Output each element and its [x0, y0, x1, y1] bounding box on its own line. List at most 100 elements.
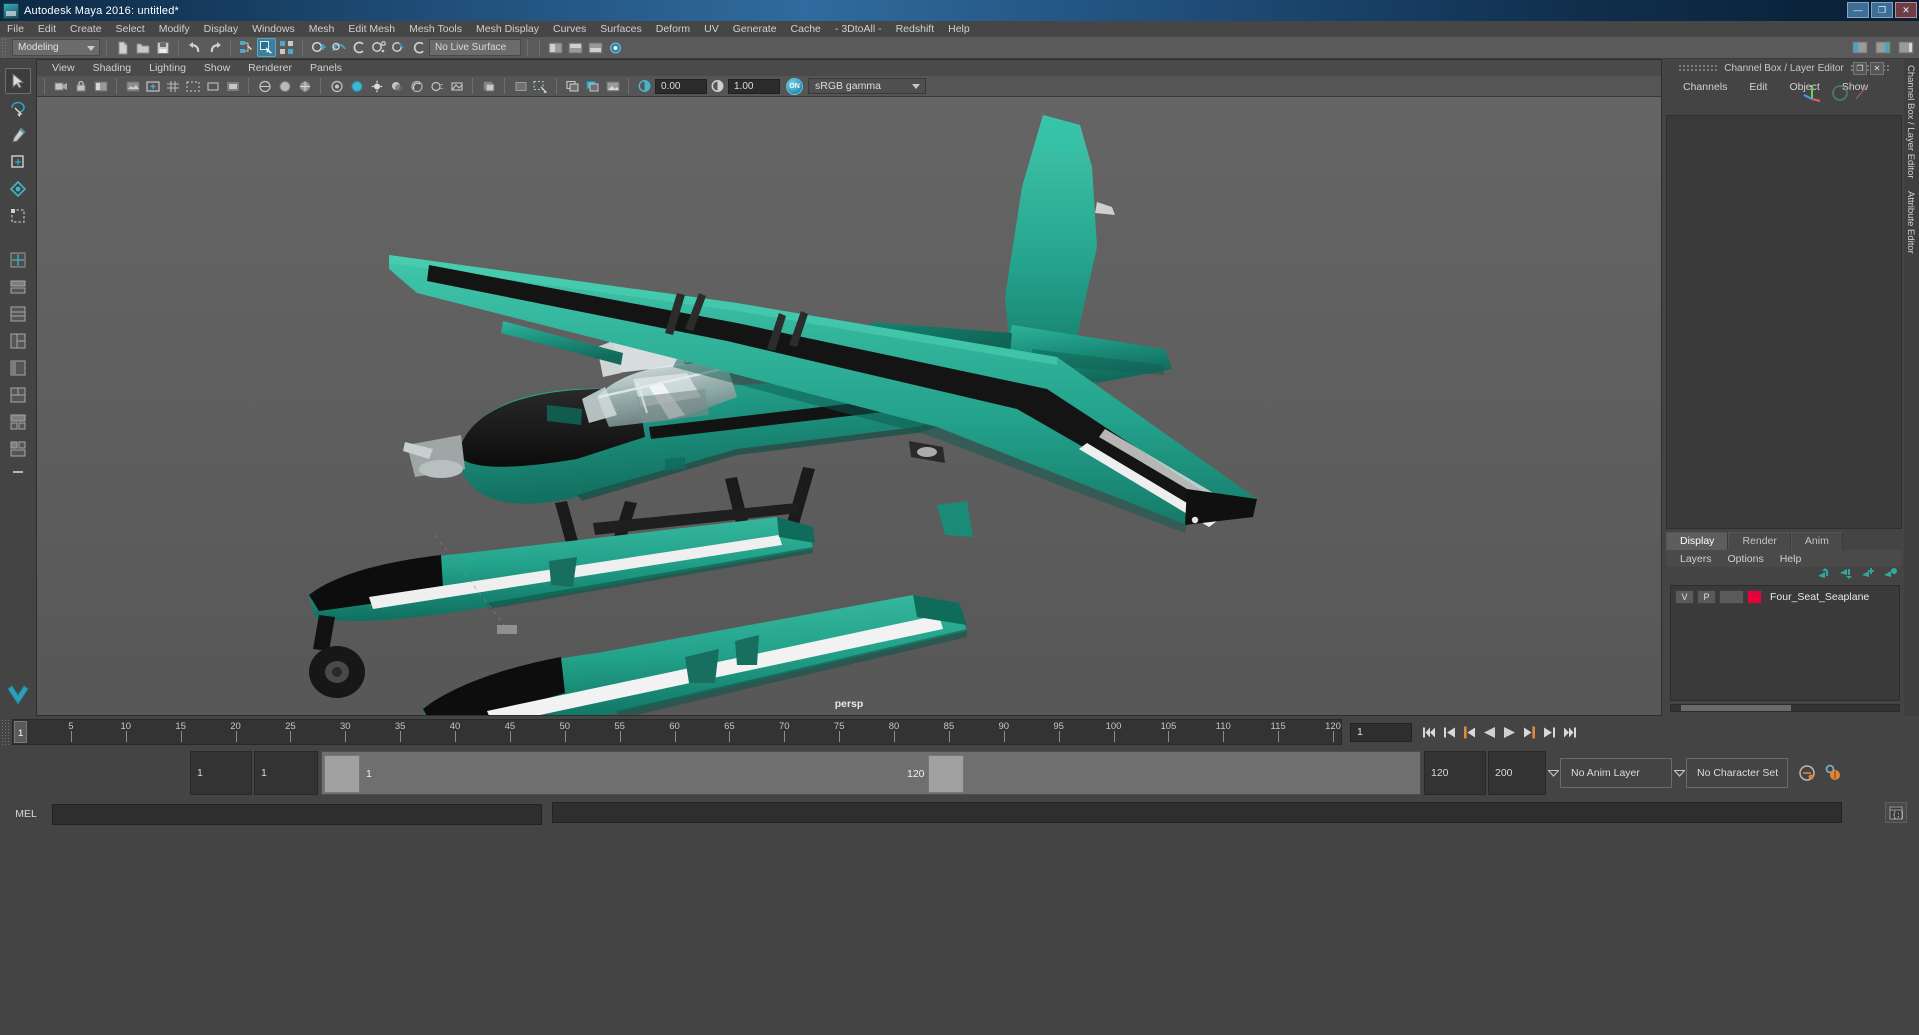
- wireframe-shading-icon[interactable]: [255, 77, 274, 96]
- copy-view-icon[interactable]: [583, 77, 602, 96]
- menu-redshift[interactable]: Redshift: [889, 21, 942, 37]
- menu-deform[interactable]: Deform: [649, 21, 697, 37]
- viewport-menu-shading[interactable]: Shading: [84, 60, 141, 76]
- three-split-layout[interactable]: [5, 328, 31, 354]
- gamma-icon[interactable]: [708, 77, 727, 96]
- move-layer-down-icon[interactable]: [1839, 567, 1854, 585]
- redo-icon[interactable]: [205, 38, 224, 57]
- minimize-button[interactable]: —: [1847, 2, 1869, 18]
- new-layer-icon[interactable]: [1861, 567, 1876, 585]
- snap-to-view-plane-icon[interactable]: [389, 38, 408, 57]
- lasso-select-tool[interactable]: [5, 95, 31, 121]
- undock-panel-button[interactable]: ❐: [1853, 61, 1867, 75]
- tab-anim[interactable]: Anim: [1790, 532, 1843, 550]
- edit-menu[interactable]: Edit: [1738, 81, 1778, 93]
- display-layer-list[interactable]: V P Four_Seat_Seaplane: [1670, 585, 1900, 701]
- layer-name[interactable]: Four_Seat_Seaplane: [1770, 591, 1869, 603]
- multisample-anti-aliasing-icon[interactable]: [447, 77, 466, 96]
- hypergraph-layout[interactable]: [5, 382, 31, 408]
- view-cube-gizmo[interactable]: [1800, 77, 1870, 103]
- viewport-snapshot-icon[interactable]: [603, 77, 622, 96]
- film-gate-icon[interactable]: [183, 77, 202, 96]
- menu-mesh-display[interactable]: Mesh Display: [469, 21, 546, 37]
- gamma-field[interactable]: 1.00: [728, 78, 780, 94]
- make-live-icon[interactable]: [409, 38, 428, 57]
- scrollbar-thumb[interactable]: [1681, 705, 1791, 711]
- open-scene-icon[interactable]: [133, 38, 152, 57]
- smooth-shade-all-icon[interactable]: [275, 77, 294, 96]
- viewport-menu-panels[interactable]: Panels: [301, 60, 351, 76]
- toolbar-grip[interactable]: [1, 37, 8, 58]
- options-menu[interactable]: Options: [1720, 553, 1772, 565]
- menu-modify[interactable]: Modify: [152, 21, 197, 37]
- range-start-field[interactable]: 1: [254, 751, 318, 795]
- render-current-frame-icon[interactable]: [606, 38, 625, 57]
- auto-keyframe-icon[interactable]: [1797, 763, 1817, 783]
- menu-display[interactable]: Display: [197, 21, 245, 37]
- animation-preferences-icon[interactable]: [1823, 763, 1843, 783]
- anim-layer-dropdown[interactable]: No Anim Layer: [1560, 758, 1672, 788]
- more-layouts-button[interactable]: [7, 463, 29, 481]
- menu-uv[interactable]: UV: [697, 21, 726, 37]
- menu-surfaces[interactable]: Surfaces: [593, 21, 648, 37]
- snap-to-point-icon[interactable]: [349, 38, 368, 57]
- shadows-icon[interactable]: [387, 77, 406, 96]
- snap-to-curve-icon[interactable]: [329, 38, 348, 57]
- go-to-end-icon[interactable]: [1562, 725, 1577, 740]
- save-scene-icon[interactable]: [153, 38, 172, 57]
- play-backwards-icon[interactable]: [1482, 725, 1497, 740]
- persp-outliner-layout[interactable]: [5, 436, 31, 462]
- viewport-menu-lighting[interactable]: Lighting: [140, 60, 195, 76]
- range-end-handle[interactable]: [928, 755, 964, 793]
- resolution-gate-icon[interactable]: [203, 77, 222, 96]
- hypershade-icon[interactable]: [586, 38, 605, 57]
- menu-cache[interactable]: Cache: [784, 21, 828, 37]
- character-set-dropdown-arrow[interactable]: [1672, 758, 1686, 788]
- exposure-icon[interactable]: [635, 77, 654, 96]
- snap-to-projected-center-icon[interactable]: [369, 38, 388, 57]
- render-view-icon[interactable]: [566, 38, 585, 57]
- select-by-component-icon[interactable]: [277, 38, 296, 57]
- snap-to-grid-icon[interactable]: [309, 38, 328, 57]
- menu-create[interactable]: Create: [63, 21, 109, 37]
- paint-select-tool[interactable]: [5, 122, 31, 148]
- menu-set-selector[interactable]: Modeling: [12, 39, 100, 56]
- time-slider-grip[interactable]: [1, 719, 9, 745]
- new-layer-from-selected-icon[interactable]: [1883, 567, 1898, 585]
- vtab-channel-box-layer-editor[interactable]: Channel Box / Layer Editor: [1904, 59, 1917, 185]
- duplicate-view-icon[interactable]: [563, 77, 582, 96]
- single-perspective-layout[interactable]: [5, 247, 31, 273]
- close-button[interactable]: ✕: [1895, 2, 1917, 18]
- layers-menu[interactable]: Layers: [1672, 553, 1720, 565]
- select-tool[interactable]: [5, 68, 31, 94]
- shade-textured-icon[interactable]: [347, 77, 366, 96]
- layer-color-swatch[interactable]: [1747, 589, 1762, 604]
- move-tool[interactable]: [5, 149, 31, 175]
- step-back-frame-icon[interactable]: [1462, 725, 1477, 740]
- step-back-keyframe-icon[interactable]: [1442, 725, 1457, 740]
- anim-layer-dropdown-arrow[interactable]: [1546, 758, 1560, 788]
- grid-toggle-icon[interactable]: [163, 77, 182, 96]
- channel-box-content[interactable]: [1666, 115, 1902, 529]
- animation-start-field[interactable]: 1: [190, 751, 252, 795]
- select-by-object-icon[interactable]: [257, 38, 276, 57]
- screen-space-ao-icon[interactable]: [407, 77, 426, 96]
- move-layer-up-icon[interactable]: [1817, 567, 1832, 585]
- script-editor-icon[interactable]: {;}: [1885, 802, 1907, 823]
- time-slider-cursor[interactable]: 1: [14, 721, 27, 743]
- menu-curves[interactable]: Curves: [546, 21, 593, 37]
- two-stacked-layout[interactable]: [5, 301, 31, 327]
- image-plane-icon[interactable]: [123, 77, 142, 96]
- color-management-select[interactable]: sRGB gamma: [808, 78, 926, 94]
- panel-drag-handle[interactable]: [1678, 64, 1719, 72]
- menu-generate[interactable]: Generate: [726, 21, 784, 37]
- exposure-field[interactable]: 0.00: [655, 78, 707, 94]
- viewport-3d-canvas[interactable]: y persp: [37, 97, 1661, 715]
- color-management-toggle[interactable]: ON: [786, 77, 803, 95]
- menu-3dtoall[interactable]: - 3DtoAll -: [828, 21, 889, 37]
- isolate-select-icon[interactable]: [531, 77, 550, 96]
- outliner-persp-layout[interactable]: [5, 355, 31, 381]
- menu-windows[interactable]: Windows: [245, 21, 302, 37]
- menu-edit[interactable]: Edit: [31, 21, 63, 37]
- live-surface-field[interactable]: No Live Surface: [429, 39, 521, 56]
